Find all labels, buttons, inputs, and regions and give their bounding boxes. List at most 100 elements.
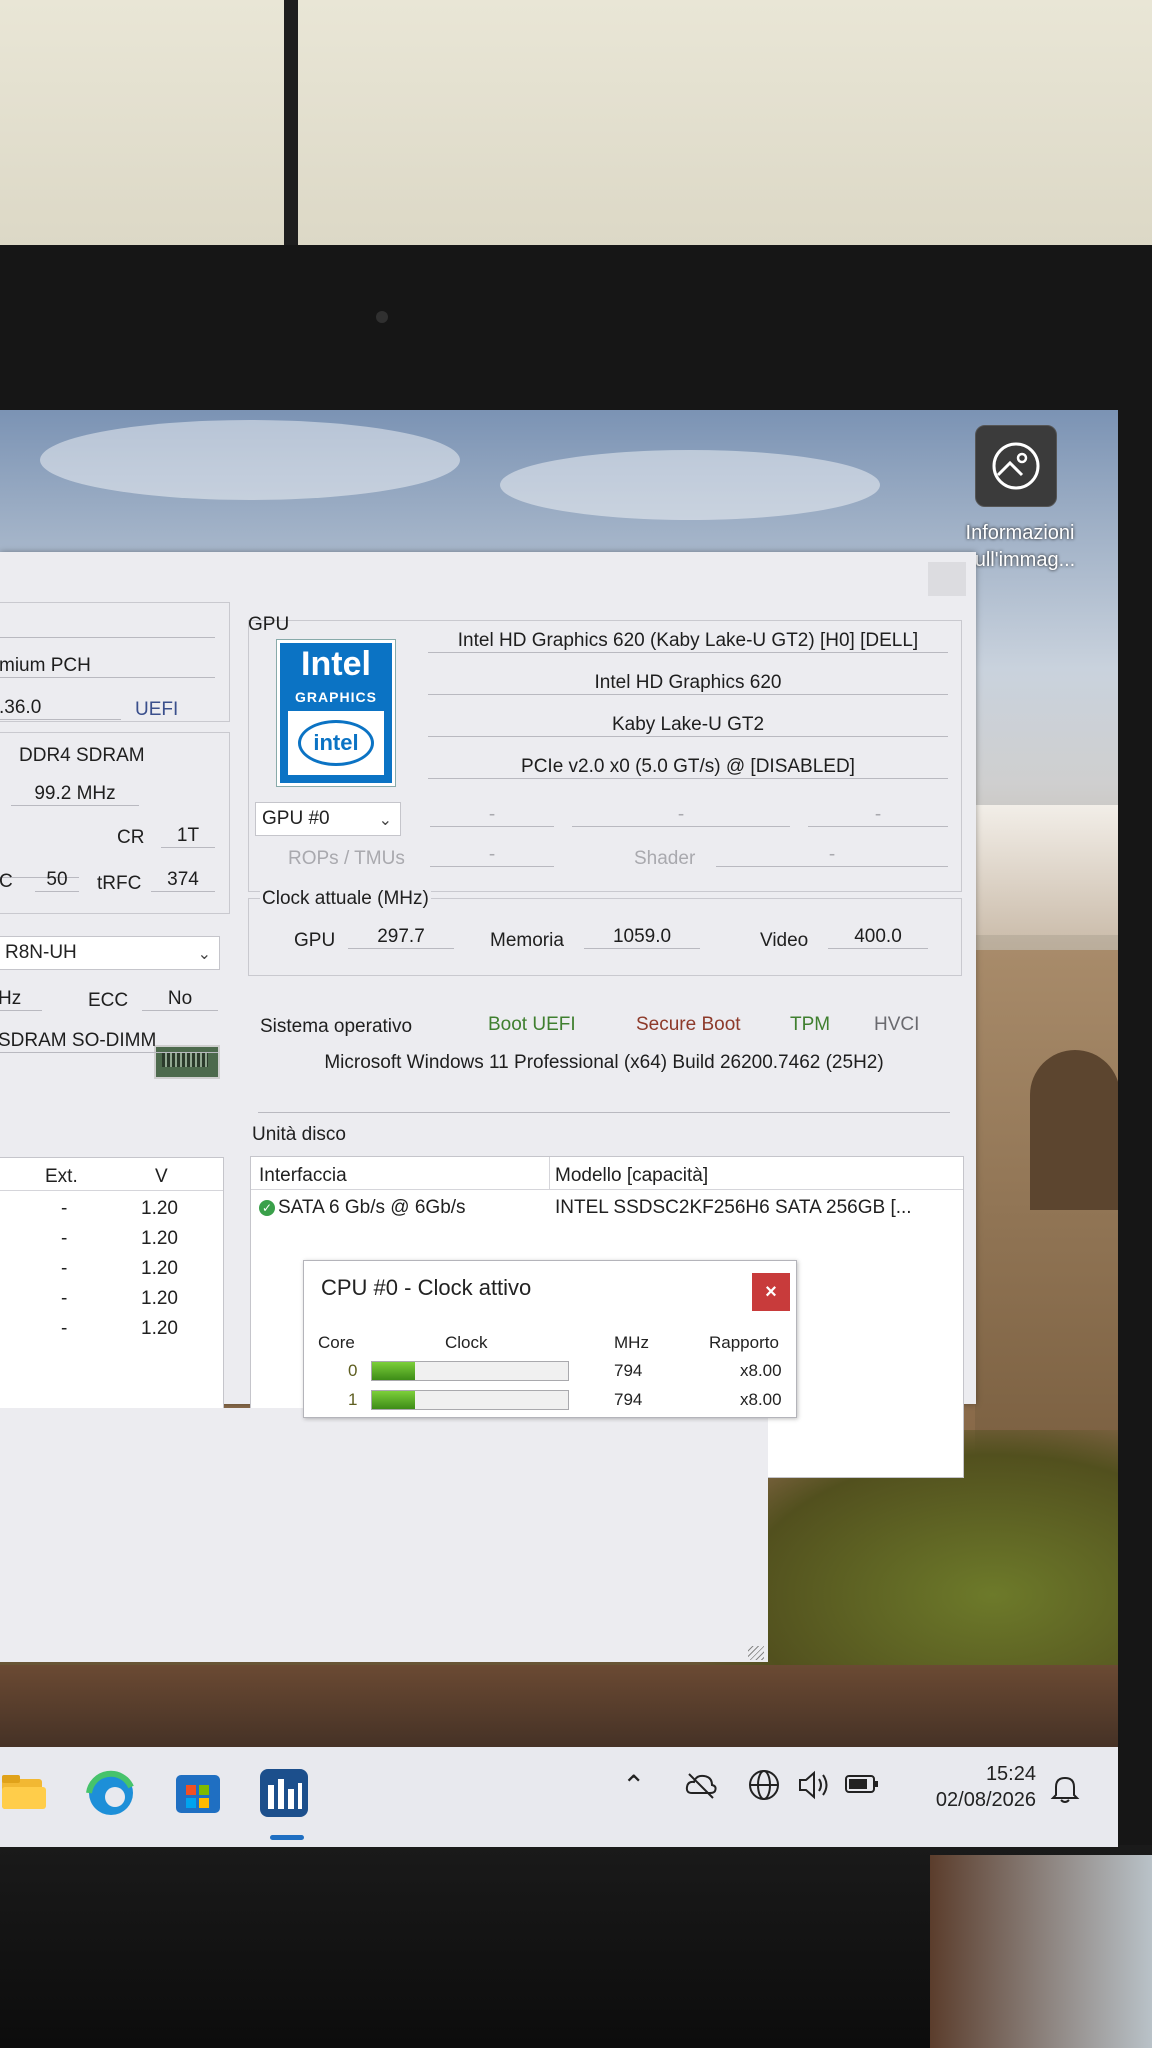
- image-info-icon[interactable]: [975, 425, 1057, 507]
- blank-field: [0, 615, 215, 638]
- trfc-label: tRFC: [97, 873, 142, 894]
- gpu-clock-value: 297.7: [348, 926, 454, 949]
- video-clock-value: 400.0: [828, 926, 928, 949]
- memory-clock-label: Memoria: [490, 930, 564, 951]
- gpu-field-empty: -: [572, 804, 790, 827]
- volume-icon[interactable]: [796, 1767, 832, 1810]
- table-cell-ext: -: [61, 1318, 68, 1339]
- c-value: 50: [35, 869, 79, 892]
- memory-type-value: DDR4 SDRAM: [19, 745, 145, 766]
- network-icon[interactable]: [746, 1767, 782, 1810]
- header-ratio: Rapporto: [709, 1333, 779, 1352]
- store-icon[interactable]: [172, 1767, 224, 1819]
- disk-model-value: INTEL SSDSC2KF256H6 SATA 256GB [...: [555, 1197, 912, 1218]
- clock-date[interactable]: 02/08/2026: [888, 1789, 1036, 1812]
- notification-bell-icon[interactable]: [1050, 1773, 1080, 1812]
- background-object: [930, 1855, 1152, 2048]
- memory-clock-value: 1059.0: [584, 926, 700, 949]
- wallpaper-town: [975, 805, 1118, 935]
- table-cell-v: 1.20: [141, 1318, 178, 1339]
- gpu-name: Intel HD Graphics 620: [428, 672, 948, 695]
- core-clock-bar-fill: [372, 1391, 416, 1409]
- core-ratio: x8.00: [740, 1390, 782, 1409]
- hwinfo-icon[interactable]: [258, 1767, 310, 1819]
- column-header-model: Modello [capacità]: [555, 1165, 709, 1186]
- cable: [284, 0, 298, 248]
- bios-type-label: UEFI: [135, 699, 179, 720]
- tpm-badge: TPM: [790, 1014, 831, 1035]
- header-mhz: MHz: [614, 1333, 649, 1352]
- gpu-field-empty: -: [808, 804, 948, 827]
- rops-value: -: [430, 844, 554, 867]
- gpu-selector-value: GPU #0: [262, 808, 330, 829]
- table-cell-v: 1.20: [141, 1228, 178, 1249]
- trfc-value: 374: [151, 869, 215, 892]
- table-cell-v: 1.20: [141, 1288, 178, 1309]
- logo-brand: Intel: [301, 645, 371, 683]
- battery-icon[interactable]: [844, 1771, 880, 1804]
- cr-label: CR: [117, 827, 145, 848]
- shader-label: Shader: [634, 848, 696, 869]
- header-clock: Clock: [445, 1333, 488, 1352]
- core-clock-bar: [371, 1390, 569, 1410]
- core-clock-bar-fill: [372, 1362, 416, 1380]
- boot-uefi-badge: Boot UEFI: [488, 1014, 576, 1035]
- wallpaper-arch: [1030, 1050, 1118, 1210]
- logo-oval: intel: [298, 720, 374, 766]
- gpu-bus: PCIe v2.0 x0 (5.0 GT/s) @ [DISABLED]: [428, 756, 948, 779]
- gpu-clock-label: GPU: [294, 930, 336, 951]
- clock-time[interactable]: 15:24: [888, 1763, 1036, 1786]
- module-type-value: SDRAM SO-DIMM: [0, 1030, 218, 1053]
- memory-group: DDR4 SDRAM 99.2 MHz CR 1T C 50 tRFC 374: [0, 732, 230, 1079]
- gpu-full-name: Intel HD Graphics 620 (Kaby Lake-U GT2) …: [428, 630, 948, 653]
- resize-grip-icon[interactable]: [748, 1646, 764, 1660]
- shader-value: -: [716, 844, 948, 867]
- file-explorer-icon[interactable]: [0, 1767, 52, 1819]
- cloud: [40, 420, 460, 500]
- hz-label: Hz: [0, 988, 42, 1011]
- column-divider: [549, 1157, 550, 1189]
- column-header-interface: Interfaccia: [259, 1165, 347, 1186]
- memory-module-select[interactable]: R8N-UH ⌄: [0, 936, 220, 970]
- screen: Informazioni sull'immag... mium PCH .36.…: [0, 410, 1118, 1847]
- taskbar: ⌃ 15:24 02/08/2026: [0, 1747, 1118, 1847]
- chevron-down-icon: ⌄: [378, 812, 392, 829]
- header-divider: [251, 1189, 963, 1190]
- intel-graphics-logo: Intel GRAPHICS intel: [277, 640, 395, 786]
- edge-icon[interactable]: [85, 1767, 137, 1819]
- table-cell-v: 1.20: [141, 1258, 178, 1279]
- webcam: [376, 311, 388, 323]
- disk-interface-value: SATA 6 Gb/s @ 6Gb/s: [278, 1197, 466, 1218]
- background-window: [0, 1408, 768, 1662]
- header-divider: [0, 1190, 223, 1191]
- column-header-v: V: [155, 1166, 168, 1187]
- gpu-codename: Kaby Lake-U GT2: [428, 714, 948, 737]
- ecc-value: No: [142, 988, 218, 1011]
- logo-sub: GRAPHICS: [295, 689, 377, 705]
- column-header-ext: Ext.: [45, 1166, 78, 1187]
- chevron-up-icon[interactable]: ⌃: [622, 1769, 645, 1802]
- active-app-indicator: [270, 1835, 304, 1840]
- gpu-selector[interactable]: GPU #0 ⌄: [255, 802, 401, 836]
- cloud-off-icon[interactable]: [684, 1769, 718, 1810]
- memory-frequency-value: 99.2 MHz: [11, 783, 139, 806]
- bios-version-value: .36.0: [0, 697, 121, 720]
- table-cell-ext: -: [61, 1258, 68, 1279]
- check-icon: ✓: [259, 1199, 275, 1216]
- wallpaper-bridge: [975, 950, 1118, 1470]
- core-index: 1: [348, 1390, 358, 1409]
- core-clock-bar: [371, 1361, 569, 1381]
- window-close-button[interactable]: [928, 562, 966, 596]
- popup-title: CPU #0 - Clock attivo: [321, 1275, 532, 1300]
- close-icon: ×: [765, 1281, 777, 1303]
- video-clock-label: Video: [760, 930, 809, 951]
- core-mhz: 794: [614, 1361, 643, 1380]
- table-cell-v: 1.20: [141, 1198, 178, 1219]
- cloud: [500, 450, 880, 520]
- secure-boot-badge: Secure Boot: [636, 1014, 741, 1035]
- table-cell-ext: -: [61, 1288, 68, 1309]
- popup-close-button[interactable]: ×: [752, 1273, 790, 1311]
- ecc-label: ECC: [88, 990, 129, 1011]
- motherboard-group: mium PCH .36.0 UEFI: [0, 602, 230, 722]
- hvci-badge: HVCI: [874, 1014, 920, 1035]
